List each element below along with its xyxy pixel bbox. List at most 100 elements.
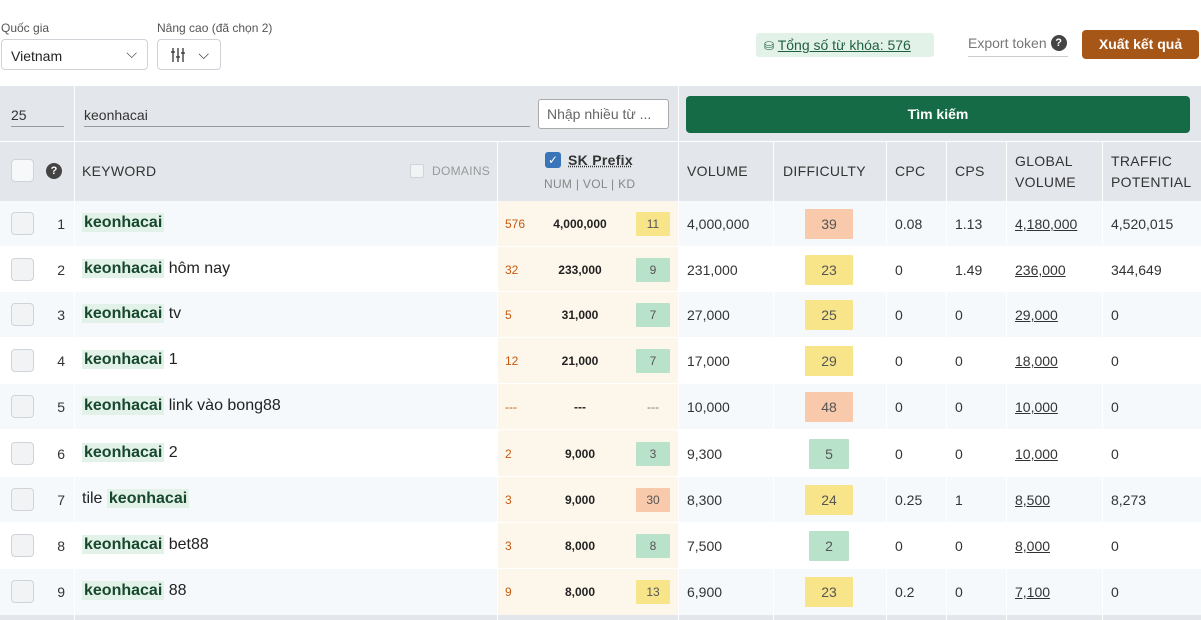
sk-kd-badge: 7 bbox=[636, 303, 670, 327]
column-global-volume[interactable]: GLOBAL VOLUME bbox=[1015, 151, 1095, 193]
country-select[interactable]: Vietnam ⌵ bbox=[1, 39, 148, 70]
row-checkbox[interactable] bbox=[11, 395, 34, 418]
global-volume-link[interactable]: 236,000 bbox=[1015, 262, 1066, 278]
column-keyword[interactable]: KEYWORD bbox=[82, 163, 156, 179]
column-difficulty[interactable]: DIFFICULTY bbox=[783, 163, 866, 179]
row-checkbox[interactable] bbox=[11, 349, 34, 372]
keyword-link[interactable]: tile keonhacai bbox=[82, 489, 190, 508]
sk-prefix-checkbox[interactable]: ✓ bbox=[545, 152, 561, 168]
row-checkbox[interactable] bbox=[11, 212, 34, 235]
select-all-checkbox[interactable] bbox=[11, 159, 34, 182]
sk-vol: 9,000 bbox=[564, 447, 596, 461]
column-volume[interactable]: VOLUME bbox=[687, 163, 748, 179]
row-number: 3 bbox=[57, 307, 65, 323]
global-volume-link[interactable]: 7,100 bbox=[1015, 584, 1050, 600]
difficulty-badge: 39 bbox=[805, 209, 853, 239]
global-volume-link[interactable]: 8,500 bbox=[1015, 492, 1050, 508]
global-volume-link[interactable]: 10,000 bbox=[1015, 446, 1058, 462]
keyword-link[interactable]: keonhacai bet88 bbox=[82, 535, 209, 554]
search-button[interactable]: Tìm kiếm bbox=[686, 96, 1190, 133]
grid-line bbox=[74, 86, 75, 141]
difficulty-badge: 25 bbox=[805, 300, 853, 330]
traffic-potential-value: 0 bbox=[1111, 307, 1119, 323]
global-volume-link[interactable]: 4,180,000 bbox=[1015, 216, 1077, 232]
grid-line bbox=[74, 141, 75, 620]
grid-line bbox=[0, 337, 1201, 338]
sk-num: 5 bbox=[505, 308, 512, 322]
global-volume-link[interactable]: 29,000 bbox=[1015, 307, 1058, 323]
volume-value: 4,000,000 bbox=[687, 216, 750, 232]
sk-num: 2 bbox=[505, 447, 512, 461]
cpc-value: 0.25 bbox=[895, 492, 923, 508]
toolbar: Quốc gia Vietnam ⌵ Nâng cao (đã chọn 2) … bbox=[0, 0, 1201, 86]
cpc-value: 0 bbox=[895, 446, 903, 462]
column-cps[interactable]: CPS bbox=[955, 163, 985, 179]
help-icon: ? bbox=[46, 163, 62, 179]
row-number: 9 bbox=[57, 584, 65, 600]
keyword-link[interactable]: keonhacai 88 bbox=[82, 581, 187, 600]
advanced-label: Nâng cao (đã chọn 2) bbox=[157, 21, 273, 35]
sk-kd-badge: 11 bbox=[636, 212, 670, 236]
keyword-link[interactable]: keonhacai hôm nay bbox=[82, 259, 230, 278]
advanced-filter-button[interactable]: ⌵ bbox=[157, 39, 221, 70]
keyword-highlight: keonhacai bbox=[82, 535, 165, 554]
traffic-potential-value: 4,520,015 bbox=[1111, 216, 1174, 232]
row-checkbox[interactable] bbox=[11, 534, 34, 557]
limit-input[interactable]: 25 bbox=[11, 107, 64, 127]
table-row: 7 tile keonhacai 3 9,000 30 8,300 24 0.25 1 8,500… bbox=[0, 477, 1201, 523]
row-checkbox[interactable] bbox=[11, 488, 34, 511]
global-volume-link[interactable]: 18,000 bbox=[1015, 353, 1058, 369]
grid-line bbox=[0, 568, 1201, 569]
row-checkbox[interactable] bbox=[11, 303, 34, 326]
cpc-value: 0 bbox=[895, 262, 903, 278]
export-token-link[interactable]: Export token? bbox=[968, 33, 1068, 57]
sk-vol: 8,000 bbox=[564, 585, 596, 599]
keyword-link[interactable]: keonhacai link vào bong88 bbox=[82, 396, 281, 415]
domains-checkbox[interactable] bbox=[410, 164, 424, 178]
table-row: 1 keonhacai 576 4,000,000 11 4,000,000 39 0.08 1… bbox=[0, 201, 1201, 247]
keyword-link[interactable]: keonhacai tv bbox=[82, 304, 181, 323]
cps-value: 0 bbox=[955, 353, 963, 369]
sk-kd-badge: 7 bbox=[636, 349, 670, 373]
grid-line bbox=[0, 429, 1201, 430]
row-number: 4 bbox=[57, 353, 65, 369]
sk-num: 12 bbox=[505, 354, 519, 368]
grid-line bbox=[497, 141, 498, 620]
domains-label: DOMAINS bbox=[432, 164, 491, 178]
traffic-potential-value: 0 bbox=[1111, 353, 1119, 369]
sk-kd-badge: 8 bbox=[636, 534, 670, 558]
keyword-link[interactable]: keonhacai bbox=[82, 213, 165, 232]
global-volume-link[interactable]: 8,000 bbox=[1015, 538, 1050, 554]
row-checkbox[interactable] bbox=[11, 258, 34, 281]
keyword-suffix: link vào bong88 bbox=[164, 397, 281, 414]
grid-line bbox=[0, 476, 1201, 477]
traffic-potential-value: 0 bbox=[1111, 584, 1119, 600]
keyword-highlight: keonhacai bbox=[82, 213, 165, 232]
keyword-link[interactable]: keonhacai 1 bbox=[82, 350, 178, 369]
traffic-potential-value: 0 bbox=[1111, 399, 1119, 415]
keyword-highlight: keonhacai bbox=[82, 350, 165, 369]
table-row: 2 keonhacai hôm nay 32 233,000 9 231,000 23 0 1.… bbox=[0, 247, 1201, 292]
keyword-link[interactable]: keonhacai 2 bbox=[82, 443, 178, 462]
sk-prefix-sublabel: NUM | VOL | KD bbox=[544, 177, 636, 191]
volume-value: 27,000 bbox=[687, 307, 730, 323]
export-token-label: Export token bbox=[968, 35, 1047, 51]
multi-keyword-input[interactable]: Nhập nhiều từ ... bbox=[538, 99, 669, 129]
table-row: 4 keonhacai 1 12 21,000 7 17,000 29 0 0 18,000 0 bbox=[0, 338, 1201, 384]
cpc-value: 0 bbox=[895, 538, 903, 554]
keyword-input[interactable]: keonhacai bbox=[84, 107, 530, 127]
sk-kd-badge: --- bbox=[647, 400, 659, 414]
row-checkbox[interactable] bbox=[11, 580, 34, 603]
row-checkbox[interactable] bbox=[11, 442, 34, 465]
traffic-potential-value: 0 bbox=[1111, 538, 1119, 554]
keyword-suffix: 2 bbox=[164, 444, 178, 461]
keyword-highlight: keonhacai bbox=[82, 443, 165, 462]
difficulty-badge: 23 bbox=[805, 577, 853, 607]
global-volume-link[interactable]: 10,000 bbox=[1015, 399, 1058, 415]
total-keywords-badge[interactable]: ⛁ Tổng số từ khóa: 576 bbox=[756, 33, 934, 57]
sk-prefix-label[interactable]: SK Prefix bbox=[568, 152, 633, 168]
column-traffic-potential[interactable]: TRAFFIC POTENTIAL bbox=[1111, 151, 1201, 193]
column-cpc[interactable]: CPC bbox=[895, 163, 925, 179]
export-results-button[interactable]: Xuất kết quả bbox=[1082, 30, 1199, 59]
row-number: 6 bbox=[57, 446, 65, 462]
